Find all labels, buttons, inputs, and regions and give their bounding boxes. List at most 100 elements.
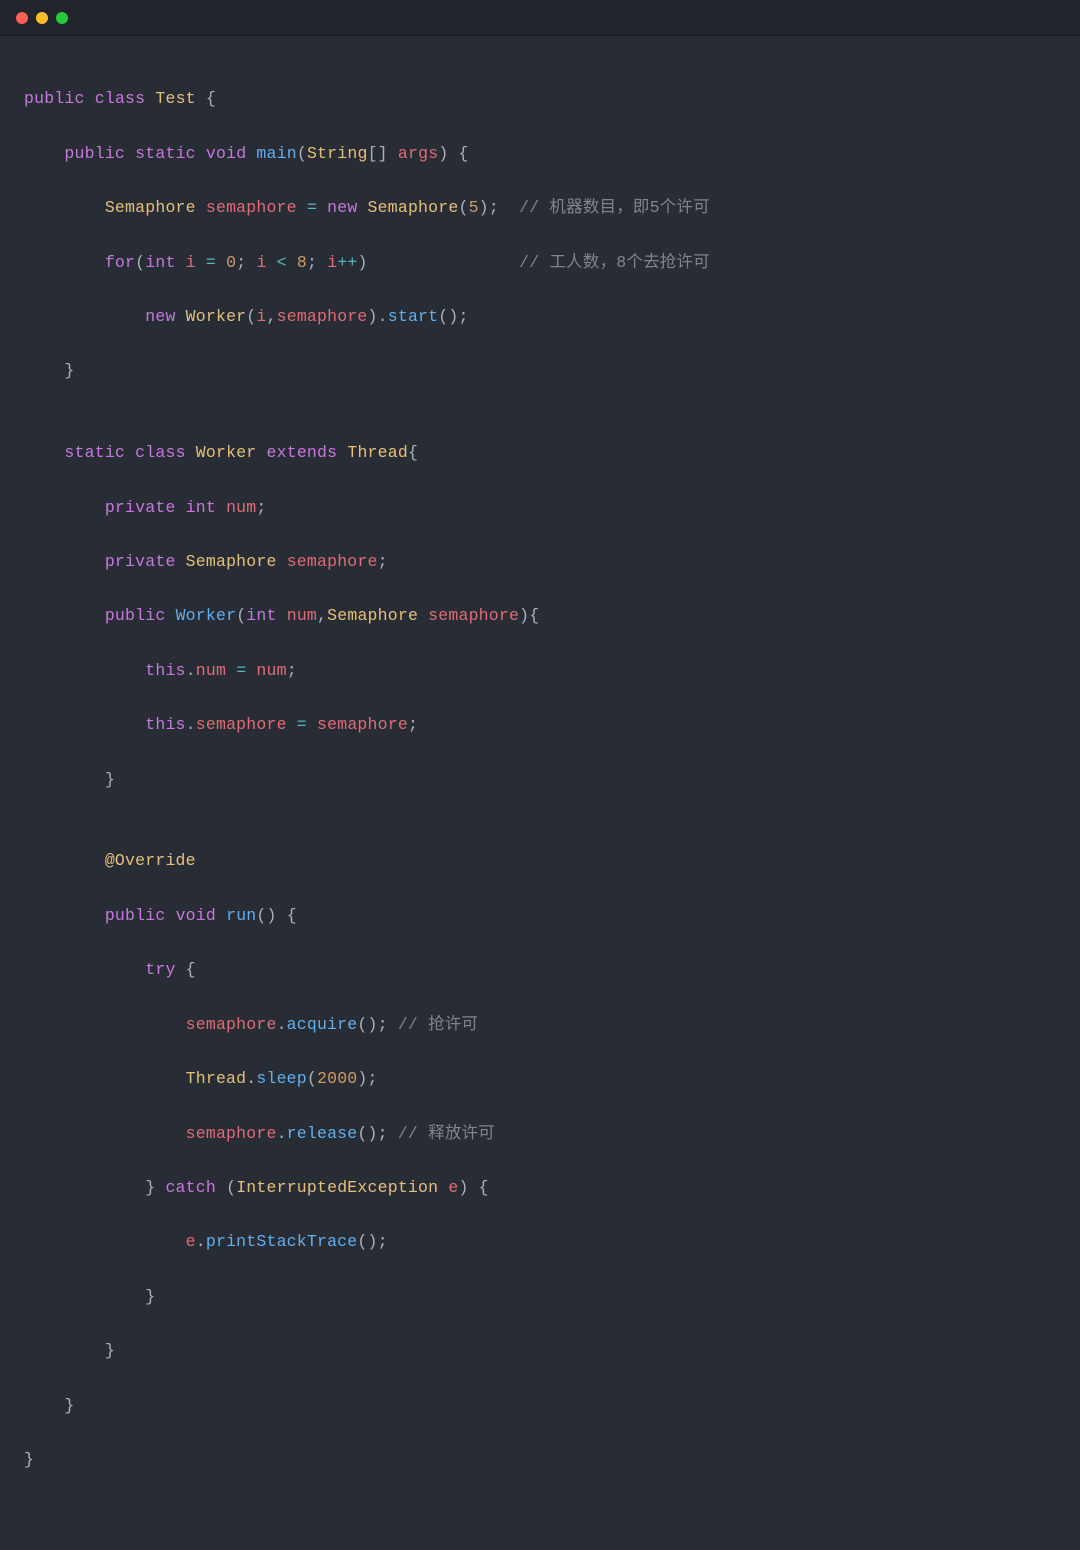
paren: ( [226, 1178, 236, 1197]
code-line: e.printStackTrace(); [24, 1228, 1056, 1255]
dot: . [246, 1069, 256, 1088]
code-line: for(int i = 0; i < 8; i++) // 工人数，8个去抢许可 [24, 249, 1056, 276]
paren: ( [297, 144, 307, 163]
close-icon[interactable] [16, 12, 28, 24]
operator: = [297, 715, 307, 734]
dot: . [196, 1232, 206, 1251]
number: 5 [469, 198, 479, 217]
code-line: } [24, 357, 1056, 384]
variable: e [186, 1232, 196, 1251]
brace: } [105, 1341, 115, 1360]
paren: ) [438, 144, 448, 163]
field: num [196, 661, 226, 680]
method-name: sleep [256, 1069, 307, 1088]
paren: ). [368, 307, 388, 326]
brackets: [] [368, 144, 388, 163]
brace: } [24, 1450, 34, 1469]
field: num [226, 498, 256, 517]
constructor: Worker [176, 606, 237, 625]
paren: ( [246, 307, 256, 326]
keyword: catch [165, 1178, 216, 1197]
code-line: Thread.sleep(2000); [24, 1065, 1056, 1092]
comment: // 释放许可 [398, 1124, 495, 1143]
comma: , [267, 307, 277, 326]
type: Worker [186, 307, 247, 326]
type: Semaphore [327, 606, 418, 625]
paren: ) [358, 253, 368, 272]
semicolon: ; [378, 552, 388, 571]
semicolon: ; [408, 715, 418, 734]
paren: (); [357, 1015, 387, 1034]
semicolon: ; [307, 253, 317, 272]
variable: semaphore [206, 198, 297, 217]
code-line: new Worker(i,semaphore).start(); [24, 303, 1056, 330]
operator: = [206, 253, 216, 272]
code-line: @Override [24, 847, 1056, 874]
method-name: run [226, 906, 256, 925]
keyword: private [105, 552, 176, 571]
variable: i [186, 253, 196, 272]
method-name: release [287, 1124, 358, 1143]
class-name: Thread [347, 443, 408, 462]
code-line: } catch (InterruptedException e) { [24, 1174, 1056, 1201]
type: InterruptedException [236, 1178, 438, 1197]
operator: = [307, 198, 317, 217]
operator: < [277, 253, 287, 272]
semicolon: ; [287, 661, 297, 680]
field: semaphore [287, 552, 378, 571]
code-line: semaphore.acquire(); // 抢许可 [24, 1011, 1056, 1038]
keyword: class [135, 443, 186, 462]
brace: } [105, 770, 115, 789]
method-name: start [388, 307, 439, 326]
field: semaphore [196, 715, 287, 734]
method-name: printStackTrace [206, 1232, 358, 1251]
minimize-icon[interactable] [36, 12, 48, 24]
semicolon: ; [256, 498, 266, 517]
method-name: acquire [287, 1015, 358, 1034]
paren: ); [357, 1069, 377, 1088]
dot: . [277, 1124, 287, 1143]
type: Semaphore [368, 198, 459, 217]
number: 0 [226, 253, 236, 272]
keyword: public [105, 906, 166, 925]
brace: { [206, 89, 216, 108]
dot: . [186, 715, 196, 734]
comment: // 抢许可 [398, 1015, 478, 1034]
operator: ++ [337, 253, 357, 272]
keyword: new [327, 198, 357, 217]
keyword: try [145, 960, 175, 979]
paren: ( [135, 253, 145, 272]
class-name: Worker [196, 443, 257, 462]
zoom-icon[interactable] [56, 12, 68, 24]
code-editor[interactable]: public class Test { public static void m… [0, 36, 1080, 1550]
keyword: new [145, 307, 175, 326]
code-line: } [24, 1392, 1056, 1419]
method-name: main [256, 144, 296, 163]
keyword: public [105, 606, 166, 625]
type: int [145, 253, 175, 272]
code-line: public static void main(String[] args) { [24, 140, 1056, 167]
code-line: this.num = num; [24, 657, 1056, 684]
comment: // 机器数目，即5个许可 [519, 198, 710, 217]
brace: { [287, 906, 297, 925]
type: Semaphore [105, 198, 196, 217]
operator: = [236, 661, 246, 680]
brace: } [64, 361, 74, 380]
code-line: semaphore.release(); // 释放许可 [24, 1120, 1056, 1147]
paren: ( [458, 198, 468, 217]
keyword: this [145, 661, 185, 680]
brace: } [145, 1178, 155, 1197]
keyword: static [135, 144, 196, 163]
type: int [246, 606, 276, 625]
paren: (); [357, 1124, 387, 1143]
comment: // 工人数，8个去抢许可 [519, 253, 710, 272]
paren: ( [236, 606, 246, 625]
type: int [186, 498, 216, 517]
code-line: } [24, 1337, 1056, 1364]
param: semaphore [428, 606, 519, 625]
type: Semaphore [186, 552, 277, 571]
dot: . [186, 661, 196, 680]
number: 8 [297, 253, 307, 272]
keyword: static [64, 443, 125, 462]
brace: { [408, 443, 418, 462]
